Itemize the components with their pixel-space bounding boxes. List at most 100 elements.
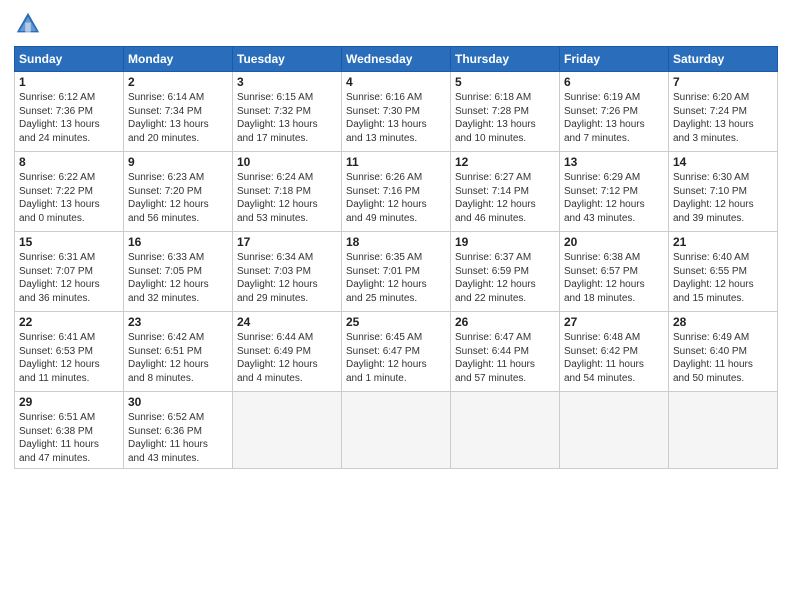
weekday-header-row: SundayMondayTuesdayWednesdayThursdayFrid…	[15, 47, 778, 72]
calendar-cell: 29 Sunrise: 6:51 AM Sunset: 6:38 PM Dayli…	[15, 392, 124, 469]
week-row-2: 15Sunrise: 6:31 AM Sunset: 7:07 PM Dayli…	[15, 232, 778, 312]
calendar-cell	[560, 392, 669, 469]
day-number: 24	[237, 315, 337, 329]
day-info: Sunrise: 6:33 AM Sunset: 7:05 PM Dayligh…	[128, 251, 228, 305]
calendar-cell: 5Sunrise: 6:18 AM Sunset: 7:28 PM Daylig…	[451, 72, 560, 152]
day-info: Sunrise: 6:16 AM Sunset: 7:30 PM Dayligh…	[346, 91, 446, 145]
day-info: Sunrise: 6:12 AM Sunset: 7:36 PM Dayligh…	[19, 91, 119, 145]
day-number: 2	[128, 75, 228, 89]
day-number: 27	[564, 315, 664, 329]
calendar-cell: 22 Sunrise: 6:41 AM Sunset: 6:53 PM Dayli…	[15, 312, 124, 392]
day-info: Sunrise: 6:27 AM Sunset: 7:14 PM Dayligh…	[455, 171, 555, 225]
week-row-3: 22 Sunrise: 6:41 AM Sunset: 6:53 PM Dayli…	[15, 312, 778, 392]
day-info: Sunrise: 6:31 AM Sunset: 7:07 PM Dayligh…	[19, 251, 119, 305]
calendar-cell: 20 Sunrise: 6:38 AM Sunset: 6:57 PM Dayli…	[560, 232, 669, 312]
day-number: 28	[673, 315, 773, 329]
calendar-cell: 26 Sunrise: 6:47 AM Sunset: 6:44 PM Dayli…	[451, 312, 560, 392]
day-info: Sunrise: 6:52 AM Sunset: 6:36 PM Dayligh…	[128, 411, 228, 465]
day-number: 1	[19, 75, 119, 89]
day-number: 6	[564, 75, 664, 89]
day-info: Sunrise: 6:35 AM Sunset: 7:01 PM Dayligh…	[346, 251, 446, 305]
calendar-cell: 3 Sunrise: 6:15 AM Sunset: 7:32 PM Daylig…	[233, 72, 342, 152]
calendar: SundayMondayTuesdayWednesdayThursdayFrid…	[14, 46, 778, 469]
calendar-cell: 9 Sunrise: 6:23 AM Sunset: 7:20 PM Daylig…	[124, 152, 233, 232]
day-info: Sunrise: 6:24 AM Sunset: 7:18 PM Dayligh…	[237, 171, 337, 225]
day-info: Sunrise: 6:51 AM Sunset: 6:38 PM Dayligh…	[19, 411, 119, 465]
day-number: 26	[455, 315, 555, 329]
calendar-cell: 2 Sunrise: 6:14 AM Sunset: 7:34 PM Daylig…	[124, 72, 233, 152]
day-info: Sunrise: 6:37 AM Sunset: 6:59 PM Dayligh…	[455, 251, 555, 305]
day-number: 20	[564, 235, 664, 249]
day-info: Sunrise: 6:38 AM Sunset: 6:57 PM Dayligh…	[564, 251, 664, 305]
day-info: Sunrise: 6:14 AM Sunset: 7:34 PM Dayligh…	[128, 91, 228, 145]
day-info: Sunrise: 6:22 AM Sunset: 7:22 PM Dayligh…	[19, 171, 119, 225]
week-row-4: 29 Sunrise: 6:51 AM Sunset: 6:38 PM Dayli…	[15, 392, 778, 469]
day-number: 4	[346, 75, 446, 89]
day-info: Sunrise: 6:41 AM Sunset: 6:53 PM Dayligh…	[19, 331, 119, 385]
calendar-cell: 17 Sunrise: 6:34 AM Sunset: 7:03 PM Dayli…	[233, 232, 342, 312]
calendar-cell: 8 Sunrise: 6:22 AM Sunset: 7:22 PM Daylig…	[15, 152, 124, 232]
day-number: 18	[346, 235, 446, 249]
calendar-cell: 23Sunrise: 6:42 AM Sunset: 6:51 PM Dayli…	[124, 312, 233, 392]
day-number: 7	[673, 75, 773, 89]
day-info: Sunrise: 6:48 AM Sunset: 6:42 PM Dayligh…	[564, 331, 664, 385]
day-info: Sunrise: 6:47 AM Sunset: 6:44 PM Dayligh…	[455, 331, 555, 385]
weekday-header-wednesday: Wednesday	[342, 47, 451, 72]
day-info: Sunrise: 6:20 AM Sunset: 7:24 PM Dayligh…	[673, 91, 773, 145]
day-info: Sunrise: 6:42 AM Sunset: 6:51 PM Dayligh…	[128, 331, 228, 385]
day-number: 17	[237, 235, 337, 249]
day-number: 25	[346, 315, 446, 329]
calendar-cell: 19Sunrise: 6:37 AM Sunset: 6:59 PM Dayli…	[451, 232, 560, 312]
calendar-cell: 12 Sunrise: 6:27 AM Sunset: 7:14 PM Dayli…	[451, 152, 560, 232]
calendar-cell	[342, 392, 451, 469]
calendar-cell: 21 Sunrise: 6:40 AM Sunset: 6:55 PM Dayli…	[669, 232, 778, 312]
calendar-cell: 25 Sunrise: 6:45 AM Sunset: 6:47 PM Dayli…	[342, 312, 451, 392]
calendar-cell: 18 Sunrise: 6:35 AM Sunset: 7:01 PM Dayli…	[342, 232, 451, 312]
logo	[14, 10, 46, 38]
page: SundayMondayTuesdayWednesdayThursdayFrid…	[0, 0, 792, 612]
calendar-cell: 15Sunrise: 6:31 AM Sunset: 7:07 PM Dayli…	[15, 232, 124, 312]
day-info: Sunrise: 6:23 AM Sunset: 7:20 PM Dayligh…	[128, 171, 228, 225]
logo-icon	[14, 10, 42, 38]
day-number: 11	[346, 155, 446, 169]
day-info: Sunrise: 6:49 AM Sunset: 6:40 PM Dayligh…	[673, 331, 773, 385]
day-number: 12	[455, 155, 555, 169]
calendar-cell: 28 Sunrise: 6:49 AM Sunset: 6:40 PM Dayli…	[669, 312, 778, 392]
day-info: Sunrise: 6:15 AM Sunset: 7:32 PM Dayligh…	[237, 91, 337, 145]
calendar-cell: 13Sunrise: 6:29 AM Sunset: 7:12 PM Dayli…	[560, 152, 669, 232]
weekday-header-thursday: Thursday	[451, 47, 560, 72]
day-info: Sunrise: 6:34 AM Sunset: 7:03 PM Dayligh…	[237, 251, 337, 305]
calendar-cell: 11 Sunrise: 6:26 AM Sunset: 7:16 PM Dayli…	[342, 152, 451, 232]
weekday-header-tuesday: Tuesday	[233, 47, 342, 72]
day-number: 22	[19, 315, 119, 329]
calendar-cell	[233, 392, 342, 469]
day-number: 16	[128, 235, 228, 249]
calendar-cell: 10 Sunrise: 6:24 AM Sunset: 7:18 PM Dayli…	[233, 152, 342, 232]
calendar-cell: 7 Sunrise: 6:20 AM Sunset: 7:24 PM Daylig…	[669, 72, 778, 152]
day-info: Sunrise: 6:19 AM Sunset: 7:26 PM Dayligh…	[564, 91, 664, 145]
day-info: Sunrise: 6:30 AM Sunset: 7:10 PM Dayligh…	[673, 171, 773, 225]
day-info: Sunrise: 6:26 AM Sunset: 7:16 PM Dayligh…	[346, 171, 446, 225]
calendar-cell	[669, 392, 778, 469]
day-info: Sunrise: 6:18 AM Sunset: 7:28 PM Dayligh…	[455, 91, 555, 145]
day-number: 8	[19, 155, 119, 169]
calendar-cell: 4 Sunrise: 6:16 AM Sunset: 7:30 PM Daylig…	[342, 72, 451, 152]
day-number: 9	[128, 155, 228, 169]
day-number: 29	[19, 395, 119, 409]
day-info: Sunrise: 6:44 AM Sunset: 6:49 PM Dayligh…	[237, 331, 337, 385]
header	[14, 10, 778, 38]
calendar-cell: 14Sunrise: 6:30 AM Sunset: 7:10 PM Dayli…	[669, 152, 778, 232]
day-number: 30	[128, 395, 228, 409]
day-number: 10	[237, 155, 337, 169]
calendar-cell: 27 Sunrise: 6:48 AM Sunset: 6:42 PM Dayli…	[560, 312, 669, 392]
calendar-cell: 6 Sunrise: 6:19 AM Sunset: 7:26 PM Daylig…	[560, 72, 669, 152]
calendar-cell: 30 Sunrise: 6:52 AM Sunset: 6:36 PM Dayli…	[124, 392, 233, 469]
weekday-header-monday: Monday	[124, 47, 233, 72]
day-info: Sunrise: 6:45 AM Sunset: 6:47 PM Dayligh…	[346, 331, 446, 385]
calendar-cell: 24 Sunrise: 6:44 AM Sunset: 6:49 PM Dayli…	[233, 312, 342, 392]
day-number: 13	[564, 155, 664, 169]
day-number: 21	[673, 235, 773, 249]
day-info: Sunrise: 6:40 AM Sunset: 6:55 PM Dayligh…	[673, 251, 773, 305]
weekday-header-saturday: Saturday	[669, 47, 778, 72]
day-number: 3	[237, 75, 337, 89]
